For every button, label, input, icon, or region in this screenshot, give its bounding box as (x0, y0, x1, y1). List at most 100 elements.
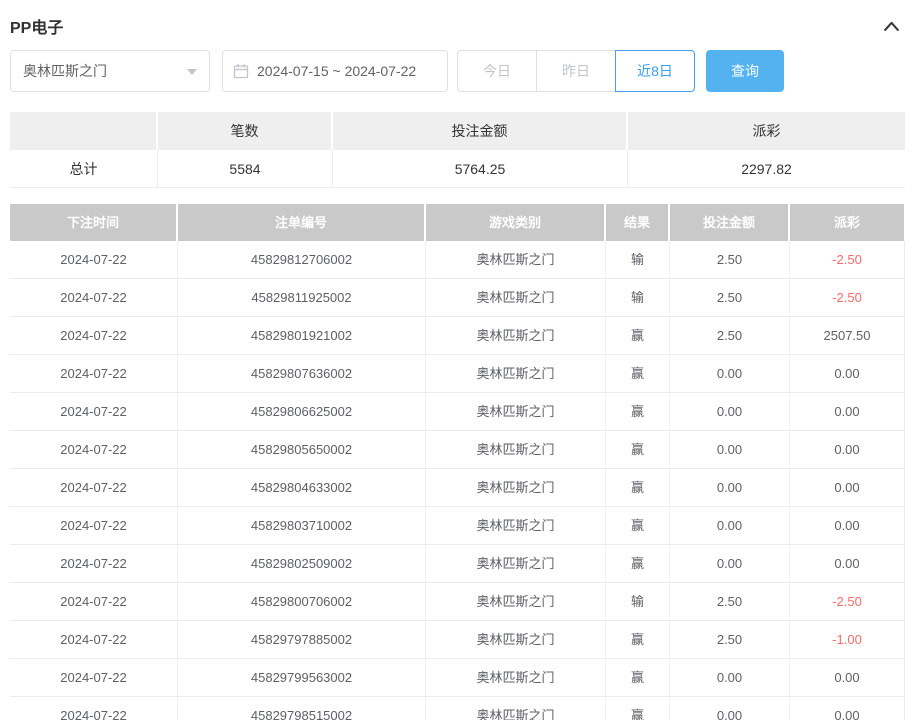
summary-header-empty (10, 112, 158, 150)
table-row: 2024-07-22 45829806625002 奥林匹斯之门 赢 0.00 … (10, 393, 905, 431)
table-row: 2024-07-22 45829800706002 奥林匹斯之门 输 2.50 … (10, 583, 905, 621)
cell-result: 输 (606, 583, 670, 621)
collapse-panel-button[interactable] (880, 16, 903, 36)
table-row: 2024-07-22 45829811925002 奥林匹斯之门 输 2.50 … (10, 279, 905, 317)
cell-result: 赢 (606, 697, 670, 720)
chevron-up-icon (882, 18, 901, 34)
date-range-input[interactable]: 2024-07-15 ~ 2024-07-22 (222, 50, 448, 92)
game-select-value: 奥林匹斯之门 (23, 61, 107, 81)
cell-game-category: 奥林匹斯之门 (426, 621, 606, 659)
table-row: 2024-07-22 45829812706002 奥林匹斯之门 输 2.50 … (10, 241, 905, 279)
cell-result: 赢 (606, 355, 670, 393)
cell-bet-time: 2024-07-22 (10, 659, 178, 697)
cell-game-category: 奥林匹斯之门 (426, 583, 606, 621)
bet-records-table: 下注时间 注单编号 游戏类别 结果 投注金额 派彩 2024-07-22 458… (10, 204, 905, 720)
table-row: 2024-07-22 45829802509002 奥林匹斯之门 赢 0.00 … (10, 545, 905, 583)
table-row: 2024-07-22 45829797885002 奥林匹斯之门 赢 2.50 … (10, 621, 905, 659)
cell-result: 输 (606, 279, 670, 317)
cell-payout: -2.50 (790, 279, 905, 317)
header-game-category: 游戏类别 (426, 204, 606, 241)
table-row: 2024-07-22 45829801921002 奥林匹斯之门 赢 2.50 … (10, 317, 905, 355)
cell-bet-time: 2024-07-22 (10, 697, 178, 720)
cell-bet-amount: 0.00 (670, 545, 790, 583)
cell-bet-amount: 0.00 (670, 697, 790, 720)
cell-bet-time: 2024-07-22 (10, 469, 178, 507)
table-row: 2024-07-22 45829803710002 奥林匹斯之门 赢 0.00 … (10, 507, 905, 545)
cell-payout: 0.00 (790, 507, 905, 545)
cell-game-category: 奥林匹斯之门 (426, 431, 606, 469)
table-row: 2024-07-22 45829807636002 奥林匹斯之门 赢 0.00 … (10, 355, 905, 393)
cell-bet-amount: 0.00 (670, 355, 790, 393)
cell-bet-time: 2024-07-22 (10, 431, 178, 469)
cell-bet-time: 2024-07-22 (10, 621, 178, 659)
cell-bet-amount: 0.00 (670, 393, 790, 431)
cell-bet-amount: 0.00 (670, 659, 790, 697)
today-button[interactable]: 今日 (457, 50, 537, 92)
table-row: 2024-07-22 45829804633002 奥林匹斯之门 赢 0.00 … (10, 469, 905, 507)
cell-game-category: 奥林匹斯之门 (426, 355, 606, 393)
cell-game-category: 奥林匹斯之门 (426, 241, 606, 279)
cell-result: 赢 (606, 317, 670, 355)
cell-order-number: 45829802509002 (178, 545, 426, 583)
date-range-value: 2024-07-15 ~ 2024-07-22 (257, 63, 416, 79)
cell-bet-amount: 2.50 (670, 583, 790, 621)
cell-result: 赢 (606, 545, 670, 583)
filter-toolbar: 奥林匹斯之门 2024-07-15 ~ 2024-07-22 今日 昨日 近8日… (10, 50, 905, 92)
cell-game-category: 奥林匹斯之门 (426, 317, 606, 355)
cell-payout: -2.50 (790, 241, 905, 279)
bet-table-header-row: 下注时间 注单编号 游戏类别 结果 投注金额 派彩 (10, 204, 905, 241)
cell-order-number: 45829807636002 (178, 355, 426, 393)
table-row: 2024-07-22 45829799563002 奥林匹斯之门 赢 0.00 … (10, 659, 905, 697)
chevron-down-icon (187, 69, 197, 80)
page-title: PP电子 (10, 14, 63, 38)
cell-payout: 0.00 (790, 431, 905, 469)
cell-result: 赢 (606, 393, 670, 431)
header-bet-time: 下注时间 (10, 204, 178, 241)
summary-total-label: 总计 (10, 150, 158, 188)
game-select[interactable]: 奥林匹斯之门 (10, 50, 210, 92)
cell-order-number: 45829799563002 (178, 659, 426, 697)
cell-game-category: 奥林匹斯之门 (426, 659, 606, 697)
query-button[interactable]: 查询 (706, 50, 784, 92)
cell-bet-time: 2024-07-22 (10, 393, 178, 431)
cell-payout: 0.00 (790, 659, 905, 697)
cell-game-category: 奥林匹斯之门 (426, 697, 606, 720)
cell-bet-amount: 0.00 (670, 431, 790, 469)
cell-order-number: 45829797885002 (178, 621, 426, 659)
last-8-days-button[interactable]: 近8日 (615, 50, 695, 92)
summary-bet-amount-value: 5764.25 (333, 150, 628, 188)
cell-bet-amount: 2.50 (670, 621, 790, 659)
cell-game-category: 奥林匹斯之门 (426, 469, 606, 507)
cell-result: 赢 (606, 507, 670, 545)
yesterday-button[interactable]: 昨日 (536, 50, 616, 92)
cell-game-category: 奥林匹斯之门 (426, 279, 606, 317)
cell-order-number: 45829800706002 (178, 583, 426, 621)
summary-header-payout: 派彩 (628, 112, 905, 150)
cell-order-number: 45829811925002 (178, 279, 426, 317)
cell-bet-time: 2024-07-22 (10, 583, 178, 621)
cell-payout: 0.00 (790, 469, 905, 507)
cell-result: 赢 (606, 431, 670, 469)
calendar-icon (233, 63, 249, 79)
header-order-number: 注单编号 (178, 204, 426, 241)
summary-count-value: 5584 (158, 150, 333, 188)
summary-header-row: 笔数 投注金额 派彩 (10, 112, 905, 150)
table-row: 2024-07-22 45829798515002 奥林匹斯之门 赢 0.00 … (10, 697, 905, 720)
cell-order-number: 45829804633002 (178, 469, 426, 507)
cell-bet-time: 2024-07-22 (10, 507, 178, 545)
cell-result: 输 (606, 241, 670, 279)
cell-order-number: 45829806625002 (178, 393, 426, 431)
cell-result: 赢 (606, 659, 670, 697)
cell-bet-amount: 0.00 (670, 469, 790, 507)
cell-bet-amount: 2.50 (670, 279, 790, 317)
cell-order-number: 45829801921002 (178, 317, 426, 355)
cell-game-category: 奥林匹斯之门 (426, 507, 606, 545)
cell-payout: 2507.50 (790, 317, 905, 355)
cell-bet-time: 2024-07-22 (10, 545, 178, 583)
cell-bet-time: 2024-07-22 (10, 317, 178, 355)
pp-electronic-panel: PP电子 奥林匹斯之门 2024-07-15 ~ 2024-07-22 今日 昨… (0, 0, 915, 720)
cell-bet-amount: 2.50 (670, 241, 790, 279)
cell-payout: 0.00 (790, 393, 905, 431)
summary-table: 笔数 投注金额 派彩 总计 5584 5764.25 2297.82 (10, 112, 905, 188)
cell-game-category: 奥林匹斯之门 (426, 545, 606, 583)
